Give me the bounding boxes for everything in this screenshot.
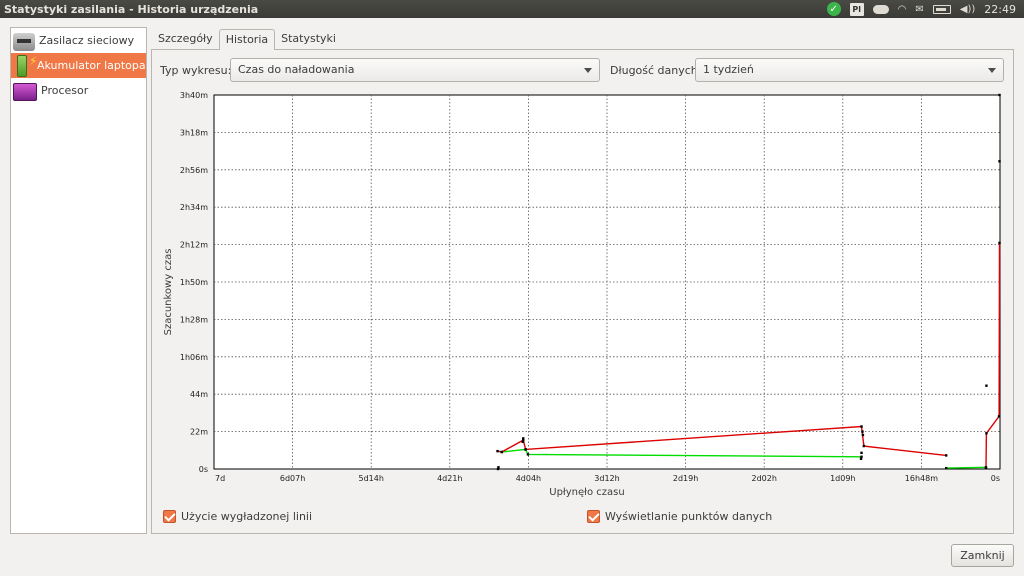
smoothed-line-checkbox[interactable]: Użycie wygładzonej linii	[163, 510, 312, 523]
data-point	[860, 451, 863, 455]
x-tick-label: 3d12h	[594, 474, 619, 483]
x-tick-label: 6d07h	[280, 474, 305, 483]
data-point	[496, 449, 499, 453]
data-point	[998, 160, 1001, 163]
data-point	[997, 415, 1001, 418]
data-point	[496, 467, 500, 471]
power-plug-icon	[13, 32, 35, 51]
sidebar-item-label: Akumulator laptopa	[37, 59, 146, 72]
chevron-down-icon	[584, 68, 592, 73]
x-tick-label: 1d09h	[830, 474, 855, 483]
data-point	[860, 425, 863, 428]
sidebar-item-label: Zasilacz sieciowy	[39, 34, 135, 47]
mail-icon[interactable]: ✉	[915, 2, 923, 16]
top-panel: Statystyki zasilania - Historia urządzen…	[0, 0, 1024, 18]
x-tick-label: 0s	[991, 474, 1000, 483]
data-point	[944, 466, 948, 470]
sidebar-item-ac-adapter[interactable]: Zasilacz sieciowy	[11, 28, 146, 53]
window-title: Statystyki zasilania - Historia urządzen…	[4, 2, 259, 16]
y-tick-label: 1h50m	[180, 278, 208, 287]
clock[interactable]: 22:49	[984, 3, 1016, 16]
data-length-value: 1 tydzień	[703, 63, 754, 76]
cpu-icon	[13, 82, 37, 101]
data-length-label: Długość danych:	[610, 64, 702, 77]
graph-type-value: Czas do naładowania	[238, 63, 355, 76]
wifi-icon[interactable]: ◠	[898, 2, 907, 16]
y-tick-label: 2h34m	[180, 203, 208, 212]
show-points-label: Wyświetlanie punktów danych	[605, 510, 773, 523]
y-tick-label: 2h12m	[180, 241, 208, 250]
data-point	[861, 430, 864, 433]
update-ok-icon[interactable]: ✓	[826, 2, 841, 16]
close-button[interactable]: Zamknij	[951, 544, 1014, 567]
series-line-green	[946, 466, 987, 469]
y-tick-label: 1h28m	[180, 315, 208, 324]
graph-type-select[interactable]: Czas do naładowania	[230, 58, 600, 82]
y-tick-label: 3h18m	[180, 128, 208, 137]
tab-history[interactable]: Historia	[218, 29, 276, 50]
data-point	[500, 450, 503, 454]
data-point	[524, 448, 527, 451]
battery-icon[interactable]	[932, 4, 951, 14]
cloud-icon[interactable]	[872, 4, 889, 14]
data-point	[526, 453, 530, 456]
y-axis-title: Szacunkowy czas	[163, 249, 174, 336]
x-tick-label: 16h48m	[905, 474, 938, 483]
data-length-select[interactable]: 1 tydzień	[695, 58, 1004, 82]
history-chart: 7d 6d07h 5d14h 4d21h 4d04h 3d12h 2d19h 2d02h 1d0…	[163, 91, 1001, 498]
sidebar-item-laptop-battery[interactable]: Akumulator laptopa	[11, 53, 146, 78]
y-tick-label: 22m	[190, 428, 208, 437]
y-tick-label: 44m	[190, 390, 208, 399]
chevron-down-icon	[988, 68, 996, 73]
data-point	[998, 241, 1001, 245]
data-point	[861, 433, 865, 437]
tab-details[interactable]: Szczegóły	[152, 29, 219, 49]
data-point	[521, 440, 524, 443]
sidebar-item-processor[interactable]: Procesor	[11, 78, 146, 103]
data-point	[859, 457, 863, 460]
x-axis-title: Upłynęło czasu	[549, 487, 624, 498]
smoothed-line-label: Użycie wygładzonej linii	[181, 510, 313, 523]
x-tick-label: 7d	[215, 474, 225, 483]
y-tick-label: 1h06m	[180, 353, 208, 362]
x-tick-label: 4d21h	[437, 474, 462, 483]
data-point	[944, 454, 948, 457]
checkbox-checked-icon	[587, 510, 600, 523]
checkbox-checked-icon	[163, 510, 176, 523]
tab-statistics[interactable]: Statystyki	[275, 29, 342, 49]
tab-bar: Szczegóły Historia Statystyki	[152, 29, 342, 50]
x-tick-label: 4d04h	[516, 474, 541, 483]
x-tick-label: 2d02h	[751, 474, 776, 483]
sidebar-item-label: Procesor	[41, 84, 89, 97]
y-tick-label: 3h40m	[180, 91, 208, 100]
device-list: Zasilacz sieciowy Akumulator laptopa Pro…	[10, 27, 147, 534]
keyboard-layout-indicator[interactable]: Pl	[849, 2, 864, 16]
data-point	[522, 437, 525, 440]
x-tick-label: 5d14h	[358, 474, 383, 483]
y-tick-labels: 0s 22m 44m 1h06m 1h28m 1h50m 2h12m 2h34m 2h56m 3h…	[180, 91, 208, 474]
y-tick-label: 0s	[199, 465, 208, 474]
volume-icon[interactable]: ◀))	[960, 2, 976, 16]
data-point	[998, 93, 1001, 97]
data-point	[862, 444, 866, 448]
indicator-area: ✓ Pl ◠ ✉ ◀)) 22:49	[826, 0, 1016, 18]
y-tick-label: 2h56m	[180, 166, 208, 175]
battery-icon	[17, 54, 37, 77]
data-point	[985, 384, 988, 387]
data-point	[984, 466, 988, 470]
show-points-checkbox[interactable]: Wyświetlanie punktów danych	[587, 510, 772, 523]
graph-type-label: Typ wykresu:	[160, 64, 232, 77]
x-tick-label: 2d19h	[673, 474, 698, 483]
data-point	[985, 432, 988, 435]
x-tick-labels: 7d 6d07h 5d14h 4d21h 4d04h 3d12h 2d19h 2d02h 1d0…	[215, 474, 1000, 483]
